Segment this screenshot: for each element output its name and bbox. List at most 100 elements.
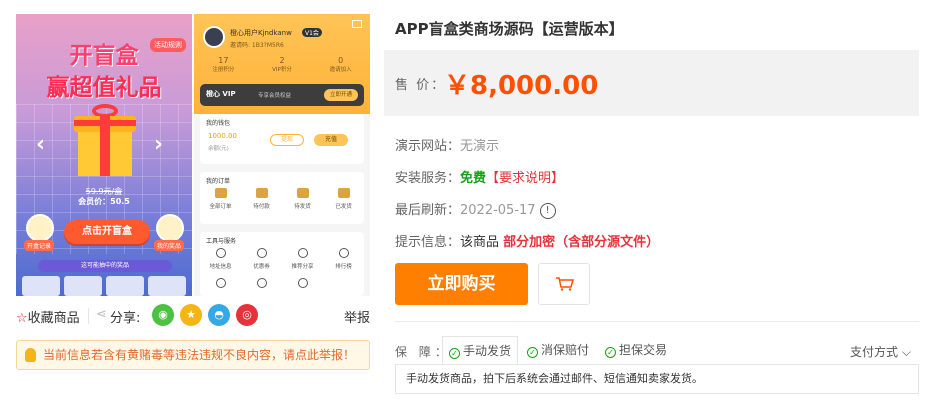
vip-desc: 专享会员权益 [258, 93, 292, 99]
promo-title-2: 赢超值礼品 [46, 75, 162, 101]
help-icon [256, 278, 267, 288]
open-box-button: 点击开盲盒 [64, 220, 150, 244]
order-all-icon [214, 188, 227, 198]
payment-label: 支付方式 [850, 345, 899, 359]
stat-item: 0 邀请加入 [329, 56, 352, 73]
tool-item-label: 排行榜 [335, 264, 352, 270]
buy-now-button[interactable]: 立即购买 [395, 263, 528, 305]
check-icon: ✓ [605, 347, 616, 358]
profile-badge: V1会 [302, 28, 322, 37]
vip-logo: 橙心 VIP [206, 90, 236, 98]
tip-highlight: 部分加密（含部分源文件） [503, 235, 660, 250]
check-icon: ✓ [527, 347, 538, 358]
report-notice[interactable]: 当前信息若含有黄赌毒等违法违规不良内容，请点此举报！ [16, 340, 370, 370]
open-record-label: 开盒记录 [24, 240, 55, 251]
promo-image[interactable]: 活动规则 开盲盒 赢超值礼品 ‹ › 59.9元/盒 会员价：50.5 开盒记录… [16, 14, 192, 296]
vip-banner: 橙心 VIP 专享会员权益 立即开通 [200, 84, 364, 106]
tools-header: 工具与服务 [206, 238, 237, 245]
wallet-amount: 1000.00 [208, 132, 237, 140]
prize-thumbnails [22, 276, 186, 296]
info-icon[interactable]: ! [539, 202, 556, 219]
tab-manual-delivery[interactable]: ✓ 手动发货 [442, 336, 519, 364]
price-value: ￥8,000.00 [444, 71, 599, 101]
orders-header: 我的订单 [206, 178, 231, 185]
avatar [203, 26, 225, 48]
wechat-icon[interactable]: ◉ [152, 304, 174, 326]
weibo-icon[interactable]: ◎ [236, 304, 258, 326]
install-label: 安装服务： [395, 171, 461, 186]
promo-title-1: 开盲盒 [69, 43, 139, 69]
coupon-icon [256, 248, 267, 258]
price-box: 售 价： ￥8,000.00 [384, 50, 919, 116]
tool-item-label: 推荐分享 [291, 264, 314, 270]
tab-escrow[interactable]: ✓ 担保交易 [605, 336, 667, 364]
tab-compensation[interactable]: ✓ 消保赔付 [527, 336, 589, 364]
tab-label: 担保交易 [619, 343, 668, 357]
bulb-icon [25, 348, 36, 362]
divider [395, 321, 919, 322]
install-row: 安装服务：免费【要求说明】 [395, 167, 564, 186]
open-record-icon [26, 214, 54, 242]
product-title: APP盲盒类商场源码【运营版本】 [395, 20, 624, 38]
orders-grid: 全部订单 待付款 待发货 已发货 [200, 188, 364, 210]
report-link[interactable]: 举报 [344, 307, 370, 326]
gallery-prev-icon[interactable]: ‹ [36, 132, 45, 157]
tool-item-label: 地址信息 [209, 264, 232, 270]
star-icon: ☆ [16, 311, 28, 326]
tools-grid-row2 [200, 278, 364, 288]
tab-label: 消保赔付 [541, 343, 590, 357]
profile-info: 邀请码: 1B3?M5R6 [230, 42, 284, 49]
order-unshipped-icon [296, 188, 309, 198]
profile-stats: 17 注册积分 2 VIP积分 0 邀请加入 [194, 56, 370, 73]
gallery-next-icon[interactable]: › [154, 132, 163, 157]
profile-image[interactable]: 橙心用户Kjndkanw V1会 邀请码: 1B3?M5R6 17 注册积分 2V… [194, 14, 370, 296]
demo-value: 无演示 [460, 139, 500, 154]
stat-item: 2 VIP积分 [272, 56, 292, 73]
guarantee-bar: 保 障： ✓ 手动发货 ✓ 消保赔付 ✓ 担保交易 支付方式 ⌵ [384, 336, 919, 364]
demo-label: 演示网站： [395, 139, 461, 154]
profile-name: 橙心用户Kjndkanw [230, 29, 292, 37]
price-label: 售 价： [395, 78, 447, 93]
message-icon [352, 20, 362, 28]
refresh-row: 最后刷新：2022-05-17! [395, 199, 556, 219]
tab-label: 手动发货 [463, 344, 512, 358]
tip-row: 提示信息：该商品 部分加密（含部分源文件） [395, 231, 659, 250]
tools-grid: 地址信息 优惠券 推荐分享 排行榜 [200, 248, 364, 270]
check-icon: ✓ [449, 348, 460, 359]
chevron-down-icon: ⌵ [901, 345, 911, 359]
tools-card: 工具与服务 地址信息 优惠券 推荐分享 排行榜 [200, 232, 364, 296]
promo-member-price: 会员价：50.5 [78, 197, 130, 206]
orders-card: 我的订单 全部订单 待付款 待发货 已发货 [200, 172, 364, 224]
payment-method-dropdown[interactable]: 支付方式 ⌵ [850, 343, 911, 360]
qq-icon[interactable]: ◓ [208, 304, 230, 326]
notice-text: 当前信息若含有黄赌毒等违法违规不良内容，请点此举报！ [43, 348, 356, 362]
location-icon [215, 248, 226, 258]
order-item-label: 已发货 [335, 204, 352, 210]
tip-label: 提示信息： [395, 235, 461, 250]
cart-icon [556, 277, 574, 291]
vip-open-button: 立即开通 [324, 89, 358, 101]
my-prize-label: 我的奖品 [154, 240, 185, 251]
order-item-label: 待付款 [253, 204, 270, 210]
order-unpaid-icon [255, 188, 268, 198]
gallery-actions: ☆收藏商品 ⋖ 分享: ◉ ★ ◓ ◎ 举报 [16, 304, 370, 328]
document-icon [215, 278, 226, 288]
settings-icon [297, 278, 308, 288]
refresh-value: 2022-05-17 [460, 203, 536, 218]
tip-prefix: 该商品 [460, 235, 500, 250]
recharge-button: 充值 [314, 134, 348, 146]
stat-item: 17 注册积分 [212, 56, 235, 73]
wallet-header: 我的钱包 [206, 120, 231, 127]
favorite-link[interactable]: ☆收藏商品 [16, 307, 80, 326]
install-requirements-link[interactable]: 【要求说明】 [486, 171, 564, 186]
qzone-icon[interactable]: ★ [180, 304, 202, 326]
install-free: 免费 [460, 171, 487, 186]
prize-bar: 这可能抽中的奖品 [38, 260, 172, 272]
add-to-cart-button[interactable] [538, 263, 590, 305]
refresh-label: 最后刷新： [395, 203, 461, 218]
product-gallery: 活动规则 开盲盒 赢超值礼品 ‹ › 59.9元/盒 会员价：50.5 开盒记录… [16, 14, 370, 296]
share-icon: ⋖ [96, 307, 107, 322]
thumbs-up-icon [297, 248, 308, 258]
withdraw-button: 提现 [270, 134, 304, 146]
favorite-label: 收藏商品 [27, 311, 80, 326]
